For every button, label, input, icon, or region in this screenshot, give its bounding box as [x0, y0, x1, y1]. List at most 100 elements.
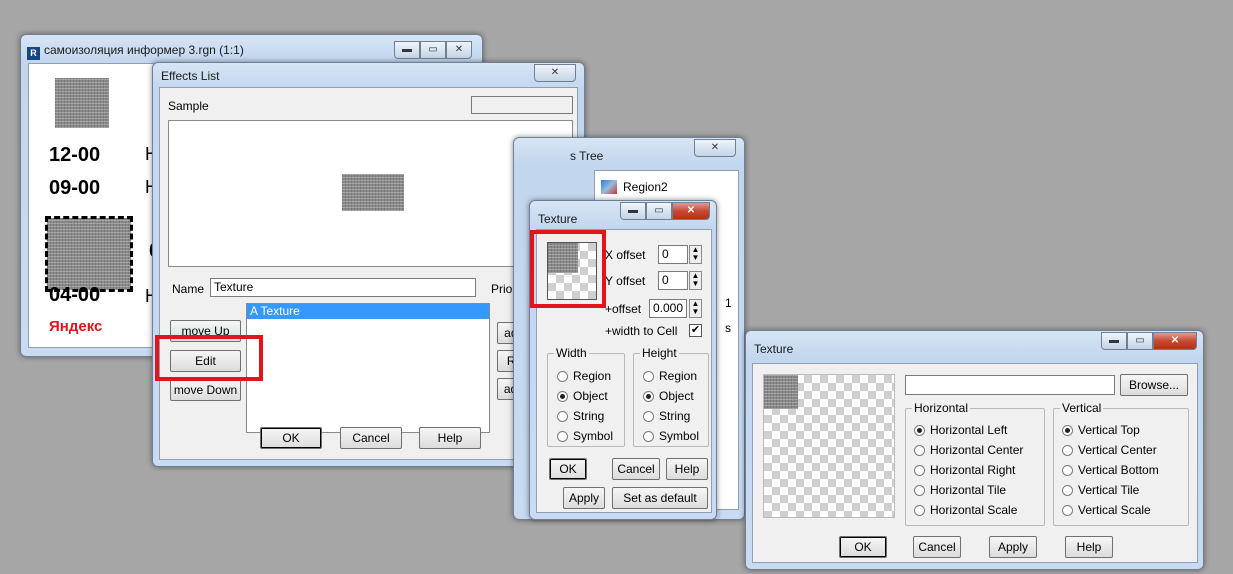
cancel-button[interactable]: Cancel — [340, 427, 402, 449]
height-symbol-radio[interactable]: Symbol — [643, 429, 699, 443]
y-offset-input[interactable]: 0 — [658, 271, 688, 290]
height-group: Height Region Object String Symbol — [633, 346, 709, 447]
name-label: Name — [172, 282, 205, 296]
sample-field — [471, 96, 573, 114]
radio-label: Symbol — [573, 429, 614, 443]
width-group: Width Region Object String Symbol — [547, 346, 625, 447]
vertical-center-radio[interactable]: Vertical Center — [1062, 443, 1157, 457]
texture-large-title: Texture — [754, 342, 794, 356]
radio-label: Horizontal Left — [930, 423, 1008, 437]
help-button[interactable]: Help — [419, 427, 481, 449]
sample-texture-image — [342, 174, 404, 211]
ok-button[interactable]: OK — [549, 458, 587, 480]
y-offset-label: Y offset — [605, 274, 646, 288]
height-object-radio[interactable]: Object — [643, 389, 694, 403]
vertical-group-title: Vertical — [1060, 401, 1104, 415]
vertical-group: Vertical Vertical Top Vertical Center Ve… — [1053, 401, 1189, 526]
horizontal-tile-radio[interactable]: Horizontal Tile — [914, 483, 1006, 497]
ok-button[interactable]: OK — [260, 427, 322, 449]
row-time: 09-00 — [49, 177, 101, 199]
plus-offset-input[interactable]: 0.000 — [649, 299, 687, 318]
radio-label: Object — [573, 389, 608, 403]
minimize-button[interactable]: ▬ — [1101, 332, 1127, 350]
radio-label: Horizontal Tile — [930, 483, 1007, 497]
effects-title: Effects List — [161, 69, 220, 83]
horizontal-center-radio[interactable]: Horizontal Center — [914, 443, 1023, 457]
texture-large-image — [764, 375, 798, 409]
ok-button[interactable]: OK — [839, 536, 887, 558]
informer-title: самоизоляция информер 3.rgn (1:1) — [44, 43, 244, 57]
region-icon — [601, 180, 617, 194]
move-down-button[interactable]: move Down — [170, 379, 241, 401]
plus-offset-label: +offset — [605, 302, 642, 316]
cancel-button[interactable]: Cancel — [612, 458, 660, 480]
tree-item-region2[interactable]: Region2 — [623, 180, 668, 194]
minimize-button[interactable]: ▬ — [394, 41, 420, 59]
help-button[interactable]: Help — [1065, 536, 1113, 558]
width-group-title: Width — [554, 346, 589, 360]
vertical-top-radio[interactable]: Vertical Top — [1062, 423, 1140, 437]
horizontal-group-title: Horizontal — [912, 401, 971, 415]
app-icon: R — [27, 47, 40, 60]
radio-label: Vertical Scale — [1078, 503, 1151, 517]
texture-path-input[interactable] — [905, 375, 1115, 395]
maximize-button[interactable]: ▭ — [420, 41, 446, 59]
row-time: 04-00 — [49, 284, 101, 306]
horizontal-scale-radio[interactable]: Horizontal Scale — [914, 503, 1017, 517]
vertical-tile-radio[interactable]: Vertical Tile — [1062, 483, 1139, 497]
width-string-radio[interactable]: String — [557, 409, 604, 423]
width-symbol-radio[interactable]: Symbol — [557, 429, 613, 443]
texture-dialog-large[interactable]: Texture ▬ ▭ ✕ Browse... Horizontal Horiz… — [745, 330, 1204, 570]
tree-title: s Tree — [570, 149, 604, 163]
radio-label: Horizontal Scale — [930, 503, 1018, 517]
minimize-button[interactable]: ▬ — [620, 202, 646, 220]
height-region-radio[interactable]: Region — [643, 369, 697, 383]
radio-label: Vertical Top — [1078, 423, 1140, 437]
browse-button[interactable]: Browse... — [1120, 374, 1188, 396]
close-button[interactable]: ✕ — [534, 64, 576, 82]
radio-label: Vertical Tile — [1078, 483, 1140, 497]
close-button[interactable]: ✕ — [446, 41, 472, 59]
close-button[interactable]: ✕ — [1153, 332, 1197, 350]
radio-label: Region — [573, 369, 612, 383]
radio-label: Vertical Bottom — [1078, 463, 1159, 477]
name-input[interactable]: Texture — [210, 278, 476, 297]
effects-listbox[interactable]: A Texture — [246, 303, 490, 433]
cancel-button[interactable]: Cancel — [913, 536, 961, 558]
selected-image[interactable] — [45, 216, 133, 292]
width-to-cell-label: +width to Cell — [605, 324, 678, 338]
texture-preview-highlight — [530, 230, 606, 308]
radio-label: String — [573, 409, 605, 423]
apply-button[interactable]: Apply — [989, 536, 1037, 558]
radio-label: Object — [659, 389, 694, 403]
close-button[interactable]: ✕ — [694, 139, 736, 157]
width-region-radio[interactable]: Region — [557, 369, 611, 383]
vertical-bottom-radio[interactable]: Vertical Bottom — [1062, 463, 1159, 477]
horizontal-left-radio[interactable]: Horizontal Left — [914, 423, 1007, 437]
thumbnail-image — [55, 78, 109, 128]
edit-highlight — [155, 335, 263, 381]
plus-offset-spinner[interactable]: ▲ ▼ — [689, 299, 702, 318]
width-object-radio[interactable]: Object — [557, 389, 608, 403]
height-string-radio[interactable]: String — [643, 409, 690, 423]
radio-label: Symbol — [659, 429, 700, 443]
x-offset-input[interactable]: 0 — [658, 245, 688, 264]
vertical-scale-radio[interactable]: Vertical Scale — [1062, 503, 1151, 517]
horizontal-group: Horizontal Horizontal Left Horizontal Ce… — [905, 401, 1045, 526]
sample-label: Sample — [168, 99, 209, 113]
apply-button[interactable]: Apply — [563, 487, 605, 509]
help-button[interactable]: Help — [666, 458, 708, 480]
set-as-default-button[interactable]: Set as default — [612, 487, 708, 509]
maximize-button[interactable]: ▭ — [1127, 332, 1153, 350]
x-offset-spinner[interactable]: ▲ ▼ — [689, 245, 702, 264]
radio-label: Region — [659, 369, 698, 383]
radio-label: Vertical Center — [1078, 443, 1157, 457]
list-item[interactable]: A Texture — [247, 304, 489, 319]
close-button[interactable]: ✕ — [672, 202, 710, 220]
y-offset-spinner[interactable]: ▲ ▼ — [689, 271, 702, 290]
horizontal-right-radio[interactable]: Horizontal Right — [914, 463, 1015, 477]
yandex-logo: Яндекс — [49, 318, 103, 335]
maximize-button[interactable]: ▭ — [646, 202, 672, 220]
radio-label: Horizontal Right — [930, 463, 1016, 477]
width-to-cell-checkbox[interactable]: ✔ — [689, 324, 702, 337]
